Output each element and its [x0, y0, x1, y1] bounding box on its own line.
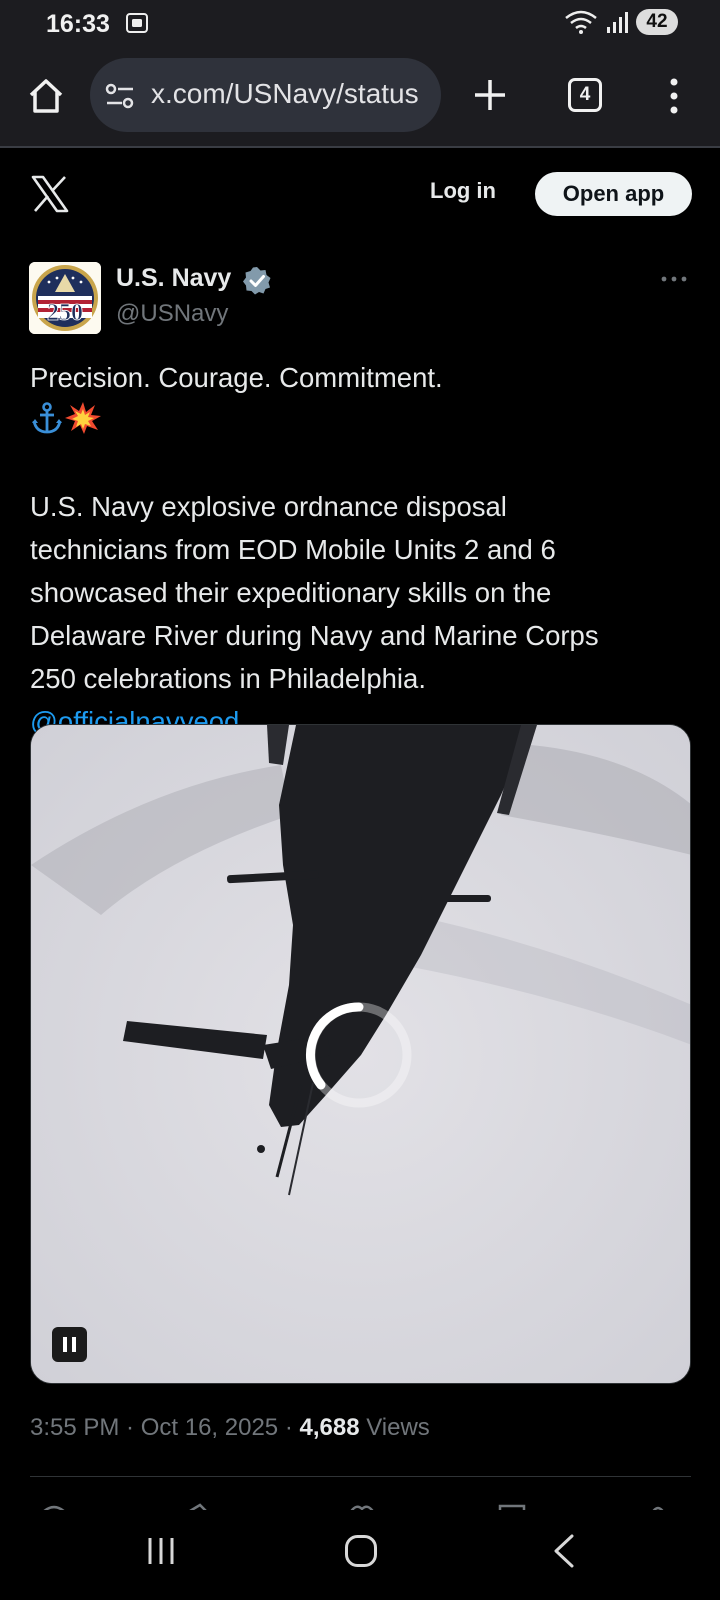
home-icon[interactable] [26, 76, 66, 116]
new-tab-icon[interactable] [470, 75, 510, 115]
signal-icon [607, 12, 628, 33]
views-count: 4,688 [299, 1414, 360, 1441]
tweet-time[interactable]: 3:55 PM [30, 1414, 119, 1441]
battery-icon: 42 [636, 9, 678, 35]
avatar[interactable]: 250 [29, 262, 101, 334]
android-nav-bar [0, 1510, 720, 1600]
x-logo-icon[interactable] [30, 174, 70, 214]
tabs-icon[interactable]: 4 [568, 78, 602, 112]
nav-home-icon[interactable] [344, 1534, 378, 1568]
views-label: Views [366, 1414, 430, 1441]
tweet-text: Precision. Courage. Commitment. U.S. Nav… [30, 356, 690, 743]
tweet-meta: 3:55 PM · Oct 16, 2025 · 4,688 Views [30, 1414, 430, 1441]
tweet-body: U.S. Navy explosive ordnance disposal te… [30, 491, 599, 694]
login-button[interactable]: Log in [430, 178, 496, 204]
open-app-button[interactable]: Open app [535, 172, 692, 216]
tweet-video[interactable] [30, 724, 691, 1384]
x-header: Log in Open app [0, 150, 720, 240]
pause-button[interactable] [52, 1327, 87, 1362]
status-bar: 16:33 42 [0, 0, 720, 48]
url-bar[interactable]: x.com/USNavy/status [90, 58, 441, 132]
navy-250-logo: 250 [29, 262, 101, 334]
tweet-date[interactable]: Oct 16, 2025 [141, 1414, 278, 1441]
status-icons: 42 [564, 9, 678, 35]
url-text[interactable]: x.com/USNavy/status [151, 78, 436, 110]
wifi-icon [565, 10, 597, 34]
screen-record-icon [126, 13, 148, 33]
author-handle[interactable]: @USNavy [116, 300, 228, 328]
more-horizontal-icon[interactable] [660, 268, 688, 290]
verified-badge-icon[interactable] [242, 266, 272, 296]
more-vert-icon[interactable] [664, 76, 684, 116]
back-icon[interactable] [552, 1534, 576, 1568]
pause-icon [63, 1337, 76, 1352]
browser-toolbar: x.com/USNavy/status 4 [0, 48, 720, 148]
author-name[interactable]: U.S. Navy [116, 264, 231, 293]
recent-apps-icon[interactable] [146, 1536, 176, 1566]
avatar-250-text: 250 [47, 300, 83, 326]
anchor-icon [32, 402, 62, 434]
site-settings-icon[interactable] [104, 82, 136, 110]
tweet-headline: Precision. Courage. Commitment. [30, 362, 443, 393]
tweet-actions [30, 1500, 691, 1510]
divider [30, 1476, 691, 1477]
loading-spinner-icon [306, 1002, 412, 1108]
action-icons-cropped [43, 1503, 664, 1510]
tweet-headline-line: Precision. Courage. Commitment. [30, 356, 690, 442]
collision-icon [65, 402, 101, 434]
status-time: 16:33 [46, 10, 110, 38]
